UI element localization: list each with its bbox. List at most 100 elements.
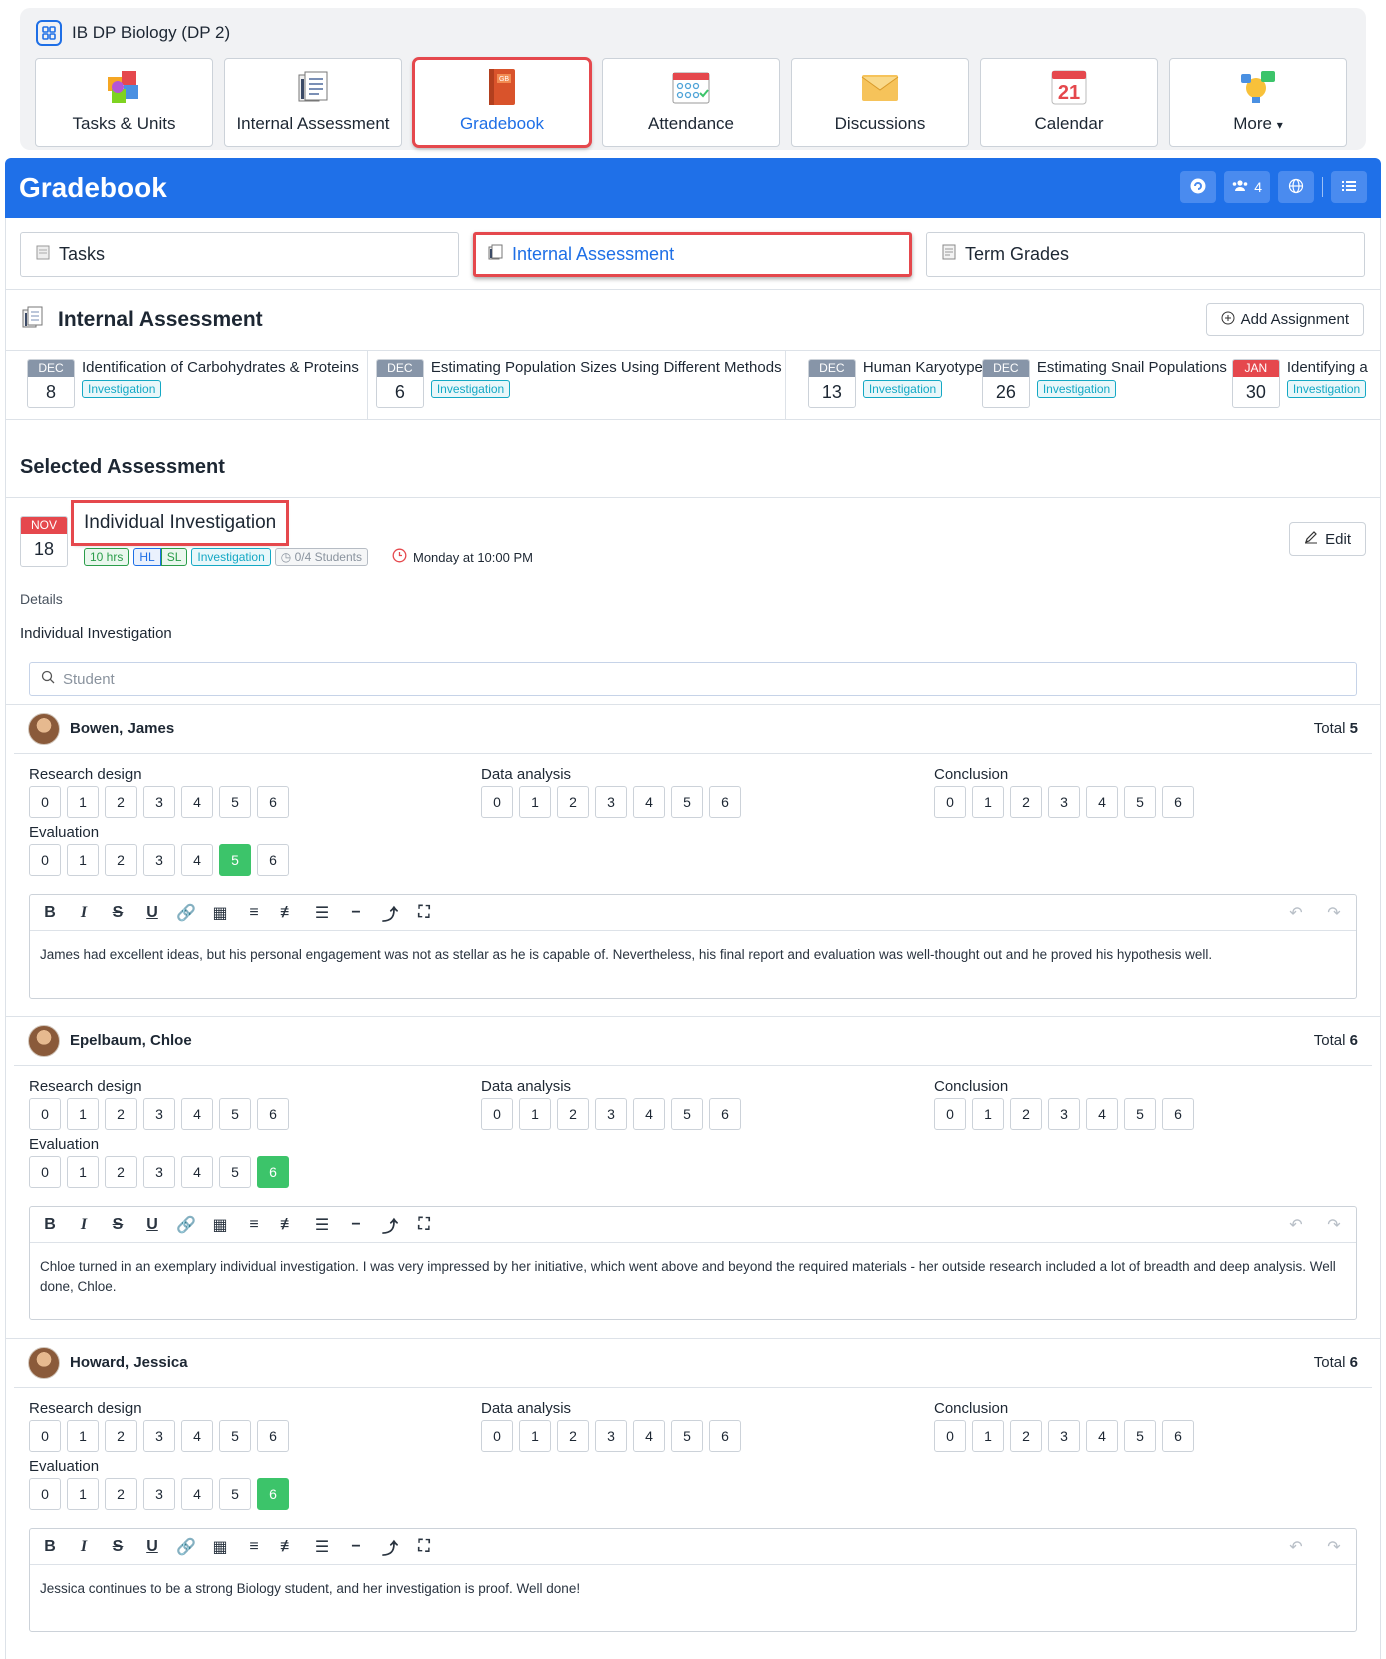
score-0[interactable]: 0 xyxy=(481,1098,513,1130)
comment-editor[interactable]: B I S U 🔗 ▦ ≡ ≢ ☰ − ⤴ ⛶ ↶ ↷ James had excellent idea… xyxy=(29,894,1357,999)
comment-text[interactable]: James had excellent ideas, but his perso… xyxy=(30,931,1356,965)
score-4[interactable]: 4 xyxy=(181,1478,213,1510)
horizontal-rule-icon[interactable]: − xyxy=(346,904,366,922)
score-0[interactable]: 0 xyxy=(934,786,966,818)
score-3[interactable]: 3 xyxy=(595,786,627,818)
score-4[interactable]: 4 xyxy=(1086,1420,1118,1452)
score-5[interactable]: 5 xyxy=(671,1098,703,1130)
table-icon[interactable]: ▦ xyxy=(210,1215,230,1235)
score-1[interactable]: 1 xyxy=(67,1156,99,1188)
undo-icon[interactable]: ↶ xyxy=(1286,903,1306,923)
bold-icon[interactable]: B xyxy=(40,904,60,922)
score-6[interactable]: 6 xyxy=(257,786,289,818)
score-5[interactable]: 5 xyxy=(671,1420,703,1452)
link-icon[interactable]: 🔗 xyxy=(176,1215,196,1235)
score-6[interactable]: 6 xyxy=(1162,1098,1194,1130)
tile-gradebook[interactable]: GB Gradebook xyxy=(412,57,592,148)
tab-tasks[interactable]: Tasks xyxy=(20,232,459,277)
fullscreen-icon[interactable]: ⛶ xyxy=(414,1216,434,1234)
score-6[interactable]: 6 xyxy=(257,844,289,876)
score-1[interactable]: 1 xyxy=(519,1420,551,1452)
assignment-item[interactable]: DEC 26 Estimating Snail Populations Invest… xyxy=(974,351,1232,419)
globe-button[interactable] xyxy=(1278,171,1314,203)
list-view-button[interactable] xyxy=(1331,171,1367,203)
strikethrough-icon[interactable]: S xyxy=(108,904,128,922)
chat-button[interactable] xyxy=(1180,171,1217,203)
score-3[interactable]: 3 xyxy=(1048,1420,1080,1452)
apps-grid-icon[interactable] xyxy=(36,20,62,46)
score-2[interactable]: 2 xyxy=(105,1098,137,1130)
score-3[interactable]: 3 xyxy=(1048,786,1080,818)
add-assignment-button[interactable]: Add Assignment xyxy=(1205,303,1364,336)
score-5[interactable]: 5 xyxy=(219,1478,251,1510)
redo-icon[interactable]: ↷ xyxy=(1324,1215,1344,1235)
score-1[interactable]: 1 xyxy=(519,786,551,818)
score-5[interactable]: 5 xyxy=(219,1098,251,1130)
table-icon[interactable]: ▦ xyxy=(210,903,230,923)
score-6[interactable]: 6 xyxy=(1162,786,1194,818)
italic-icon[interactable]: I xyxy=(74,1538,94,1556)
score-6[interactable]: 6 xyxy=(709,1420,741,1452)
align-icon[interactable]: ☰ xyxy=(312,1215,332,1235)
score-0[interactable]: 0 xyxy=(29,1156,61,1188)
undo-icon[interactable]: ↶ xyxy=(1286,1215,1306,1235)
score-2[interactable]: 2 xyxy=(557,786,589,818)
score-4[interactable]: 4 xyxy=(181,1156,213,1188)
clear-format-icon[interactable]: ⤴ xyxy=(380,1535,400,1559)
fullscreen-icon[interactable]: ⛶ xyxy=(414,1538,434,1556)
tab-internal-assessment[interactable]: Internal Assessment xyxy=(473,232,912,277)
assignment-item[interactable]: DEC 8 Identification of Carbohydrates & P… xyxy=(5,351,368,419)
score-1[interactable]: 1 xyxy=(67,1478,99,1510)
numbered-list-icon[interactable]: ≢ xyxy=(278,904,298,922)
score-4[interactable]: 4 xyxy=(181,786,213,818)
score-5[interactable]: 5 xyxy=(1124,1420,1156,1452)
numbered-list-icon[interactable]: ≢ xyxy=(278,1538,298,1556)
numbered-list-icon[interactable]: ≢ xyxy=(278,1216,298,1234)
score-3[interactable]: 3 xyxy=(143,1478,175,1510)
italic-icon[interactable]: I xyxy=(74,904,94,922)
horizontal-rule-icon[interactable]: − xyxy=(346,1216,366,1234)
redo-icon[interactable]: ↷ xyxy=(1324,1537,1344,1557)
bullet-list-icon[interactable]: ≡ xyxy=(244,904,264,922)
tile-discussions[interactable]: Discussions xyxy=(791,58,969,147)
members-button[interactable]: 4 xyxy=(1224,171,1270,203)
score-6[interactable]: 6 xyxy=(709,786,741,818)
italic-icon[interactable]: I xyxy=(74,1216,94,1234)
score-4[interactable]: 4 xyxy=(1086,786,1118,818)
bullet-list-icon[interactable]: ≡ xyxy=(244,1538,264,1556)
student-search-input[interactable]: Student xyxy=(29,662,1357,696)
score-5[interactable]: 5 xyxy=(219,1420,251,1452)
score-2[interactable]: 2 xyxy=(557,1098,589,1130)
fullscreen-icon[interactable]: ⛶ xyxy=(414,904,434,922)
score-6[interactable]: 6 xyxy=(257,1156,289,1188)
tile-more[interactable]: More ▾ xyxy=(1169,58,1347,147)
underline-icon[interactable]: U xyxy=(142,1216,162,1234)
score-6[interactable]: 6 xyxy=(257,1098,289,1130)
clear-format-icon[interactable]: ⤴ xyxy=(380,901,400,925)
bullet-list-icon[interactable]: ≡ xyxy=(244,1216,264,1234)
bold-icon[interactable]: B xyxy=(40,1216,60,1234)
score-6[interactable]: 6 xyxy=(257,1420,289,1452)
score-1[interactable]: 1 xyxy=(67,844,99,876)
score-2[interactable]: 2 xyxy=(105,786,137,818)
score-2[interactable]: 2 xyxy=(1010,786,1042,818)
underline-icon[interactable]: U xyxy=(142,904,162,922)
undo-icon[interactable]: ↶ xyxy=(1286,1537,1306,1557)
score-4[interactable]: 4 xyxy=(181,844,213,876)
score-4[interactable]: 4 xyxy=(633,1098,665,1130)
tile-calendar[interactable]: 21 Calendar xyxy=(980,58,1158,147)
score-2[interactable]: 2 xyxy=(105,1478,137,1510)
score-0[interactable]: 0 xyxy=(481,1420,513,1452)
bold-icon[interactable]: B xyxy=(40,1538,60,1556)
score-1[interactable]: 1 xyxy=(67,1420,99,1452)
tab-term-grades[interactable]: Term Grades xyxy=(926,232,1365,277)
score-5[interactable]: 5 xyxy=(219,844,251,876)
score-2[interactable]: 2 xyxy=(1010,1098,1042,1130)
score-5[interactable]: 5 xyxy=(219,1156,251,1188)
tile-internal-assessment[interactable]: Internal Assessment xyxy=(224,58,402,147)
score-5[interactable]: 5 xyxy=(1124,1098,1156,1130)
table-icon[interactable]: ▦ xyxy=(210,1537,230,1557)
score-5[interactable]: 5 xyxy=(219,786,251,818)
score-1[interactable]: 1 xyxy=(67,786,99,818)
redo-icon[interactable]: ↷ xyxy=(1324,903,1344,923)
